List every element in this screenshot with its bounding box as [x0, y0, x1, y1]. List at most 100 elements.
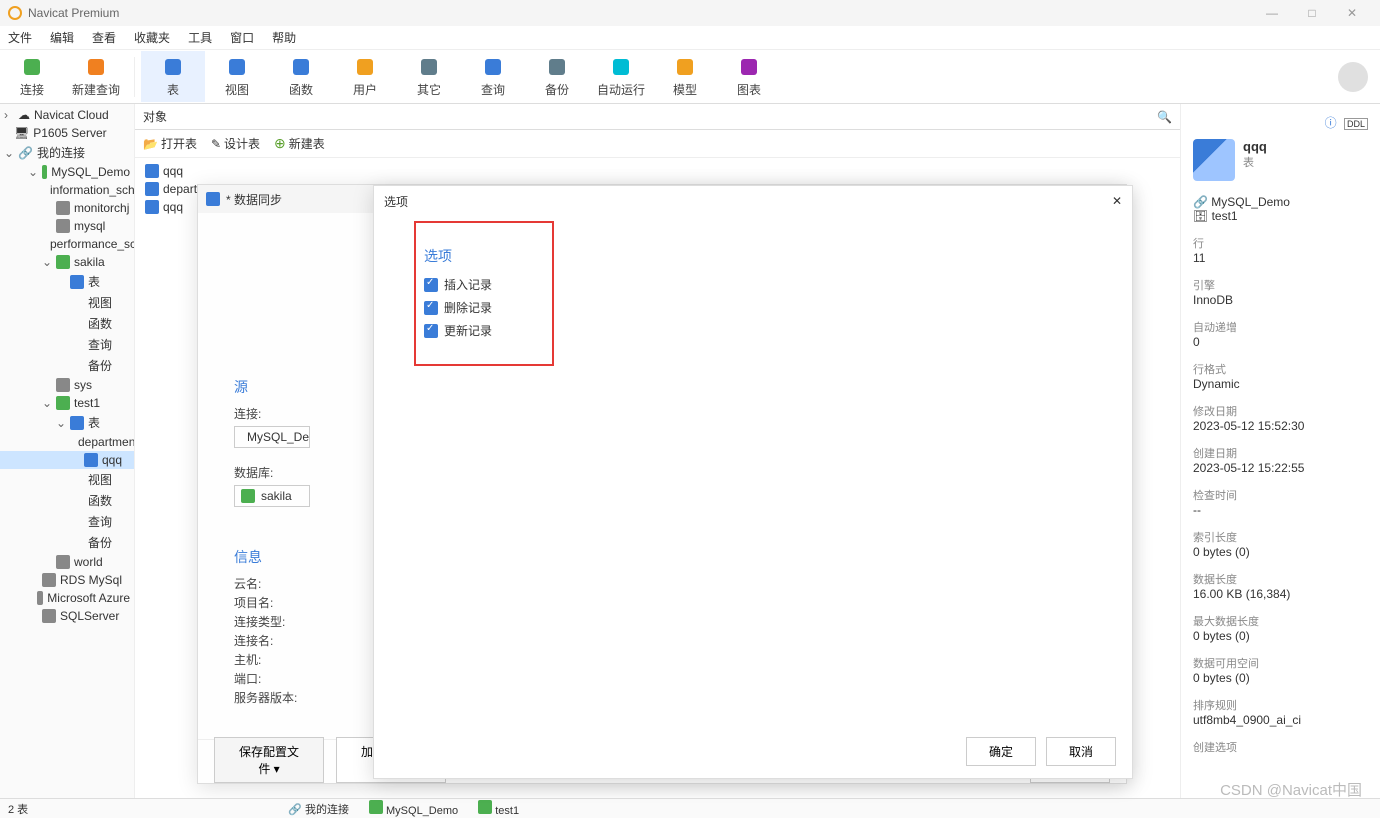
tree-node-表[interactable]: 表 — [0, 271, 134, 292]
minimize-button[interactable]: — — [1252, 6, 1292, 20]
tree-node-department[interactable]: department — [0, 433, 134, 451]
server-node[interactable]: 🖥 P1605 Server — [0, 124, 134, 142]
tool-fx-icon[interactable]: 函数 — [269, 51, 333, 102]
tool-model-icon[interactable]: 模型 — [653, 51, 717, 102]
tree-node-视图[interactable]: 视图 — [0, 292, 134, 313]
prop-value: 16.00 KB (16,384) — [1193, 587, 1368, 601]
plug-icon — [20, 55, 44, 79]
tool-auto-icon[interactable]: 自动运行 — [589, 51, 653, 102]
tree-node-test1[interactable]: ⌄test1 — [0, 394, 134, 412]
source-connection-select[interactable]: MySQL_Demo — [234, 426, 310, 448]
cancel-button[interactable]: 取消 — [1046, 737, 1116, 766]
tree-node-MySQL_Demo[interactable]: ⌄MySQL_Demo — [0, 163, 134, 181]
fx-ic — [70, 494, 84, 508]
view-ic — [70, 296, 84, 310]
object-item[interactable]: qqq — [143, 162, 1172, 180]
center-panel: 对象🔍 📂打开表 ✎ 设计表 ⊕新建表 qqqdepartmentqqq * 数… — [135, 104, 1180, 798]
tree-node-sys[interactable]: sys — [0, 376, 134, 394]
prop-label: 数据长度 — [1193, 571, 1368, 587]
prop-value: -- — [1193, 503, 1368, 517]
menu-3[interactable]: 收藏夹 — [134, 29, 170, 46]
checkbox-icon — [424, 301, 438, 315]
prop-value: 11 — [1193, 251, 1368, 265]
ddl-panel-icon[interactable]: DDL — [1344, 118, 1368, 130]
green-db — [56, 396, 70, 410]
tree-node-函数[interactable]: 函数 — [0, 313, 134, 334]
db-icon — [56, 219, 70, 233]
object-tab[interactable]: 对象🔍 — [135, 104, 1180, 130]
tool-view-icon[interactable]: 视图 — [205, 51, 269, 102]
prop-value: 0 bytes (0) — [1193, 629, 1368, 643]
prop-label: 引擎 — [1193, 277, 1368, 293]
source-database-select[interactable]: sakila — [234, 485, 310, 507]
prop-value: utf8mb4_0900_ai_ci — [1193, 713, 1368, 727]
dialog-close-icon[interactable]: ✕ — [1112, 194, 1122, 208]
tree-node-备份[interactable]: 备份 — [0, 532, 134, 553]
navicat-cloud-node[interactable]: ›☁ Navicat Cloud — [0, 106, 134, 124]
menu-4[interactable]: 工具 — [188, 29, 212, 46]
menu-6[interactable]: 帮助 — [272, 29, 296, 46]
tool-chart-icon[interactable]: 图表 — [717, 51, 781, 102]
tree-node-world[interactable]: world — [0, 553, 134, 571]
query-icon — [84, 55, 108, 79]
view-icon — [225, 55, 249, 79]
prop-label: 最大数据长度 — [1193, 613, 1368, 629]
new-table-action[interactable]: ⊕新建表 — [274, 135, 325, 152]
design-table-action[interactable]: ✎ 设计表 — [211, 135, 260, 152]
app-logo-icon — [8, 6, 22, 20]
checkbox-插入记录[interactable]: 插入记录 — [424, 276, 1082, 293]
tree-node-qqq[interactable]: qqq — [0, 451, 134, 469]
prop-value: Dynamic — [1193, 377, 1368, 391]
user-avatar-icon[interactable] — [1338, 62, 1368, 92]
info-panel-icon[interactable]: ⓘ — [1325, 116, 1337, 130]
prop-label: 行 — [1193, 235, 1368, 251]
crumb-schema: test1 — [478, 800, 519, 817]
tree-node-monitorchj[interactable]: monitorchj — [0, 199, 134, 217]
tree-node-查询[interactable]: 查询 — [0, 511, 134, 532]
menu-2[interactable]: 查看 — [92, 29, 116, 46]
tree-node-Microsoft Azure[interactable]: Microsoft Azure — [0, 589, 134, 607]
tool-backup-icon[interactable]: 备份 — [525, 51, 589, 102]
query2-icon — [481, 55, 505, 79]
checkbox-更新记录[interactable]: 更新记录 — [424, 322, 1082, 339]
close-button[interactable]: ✕ — [1332, 6, 1372, 20]
title-bar: Navicat Premium — □ ✕ — [0, 0, 1380, 26]
tree-node-视图[interactable]: 视图 — [0, 469, 134, 490]
menu-1[interactable]: 编辑 — [50, 29, 74, 46]
tree-node-performance_schema[interactable]: performance_schema — [0, 235, 134, 253]
tool-query-icon[interactable]: 新建查询 — [64, 51, 128, 102]
tree-node-SQLServer[interactable]: SQLServer — [0, 607, 134, 625]
db-icon — [37, 591, 44, 605]
sync-window-title: * 数据同步 — [226, 191, 282, 208]
table-ic — [84, 453, 98, 467]
menu-0[interactable]: 文件 — [8, 29, 32, 46]
tree-node-sakila[interactable]: ⌄sakila — [0, 253, 134, 271]
open-table-action[interactable]: 📂打开表 — [143, 135, 197, 152]
my-connection-node[interactable]: ⌄🔗 我的连接 — [0, 142, 134, 163]
tool-table-icon[interactable]: 表 — [141, 51, 205, 102]
options-section-header: 选项 — [424, 246, 1082, 266]
tree-node-information_schema[interactable]: information_schema — [0, 181, 134, 199]
object-thumbnail-icon — [1193, 139, 1235, 181]
tool-user-icon[interactable]: 用户 — [333, 51, 397, 102]
tree-node-函数[interactable]: 函数 — [0, 490, 134, 511]
tree-node-RDS MySql[interactable]: RDS MySql — [0, 571, 134, 589]
menu-5[interactable]: 窗口 — [230, 29, 254, 46]
tree-node-表[interactable]: ⌄表 — [0, 412, 134, 433]
tool-plug-icon[interactable]: 连接 — [0, 51, 64, 102]
prop-value: 2023-05-12 15:22:55 — [1193, 461, 1368, 475]
tool-query2-icon[interactable]: 查询 — [461, 51, 525, 102]
save-profile-button[interactable]: 保存配置文件 ▾ — [214, 737, 324, 783]
tool-other-icon[interactable]: 其它 — [397, 51, 461, 102]
search-icon[interactable]: 🔍 — [1157, 110, 1172, 124]
maximize-button[interactable]: □ — [1292, 6, 1332, 20]
tree-node-查询[interactable]: 查询 — [0, 334, 134, 355]
prop-label: 索引长度 — [1193, 529, 1368, 545]
checkbox-删除记录[interactable]: 删除记录 — [424, 299, 1082, 316]
tree-node-备份[interactable]: 备份 — [0, 355, 134, 376]
ok-button[interactable]: 确定 — [966, 737, 1036, 766]
tree-node-mysql[interactable]: mysql — [0, 217, 134, 235]
db-icon — [56, 201, 70, 215]
prop-label: 数据可用空间 — [1193, 655, 1368, 671]
prop-label: 检查时间 — [1193, 487, 1368, 503]
